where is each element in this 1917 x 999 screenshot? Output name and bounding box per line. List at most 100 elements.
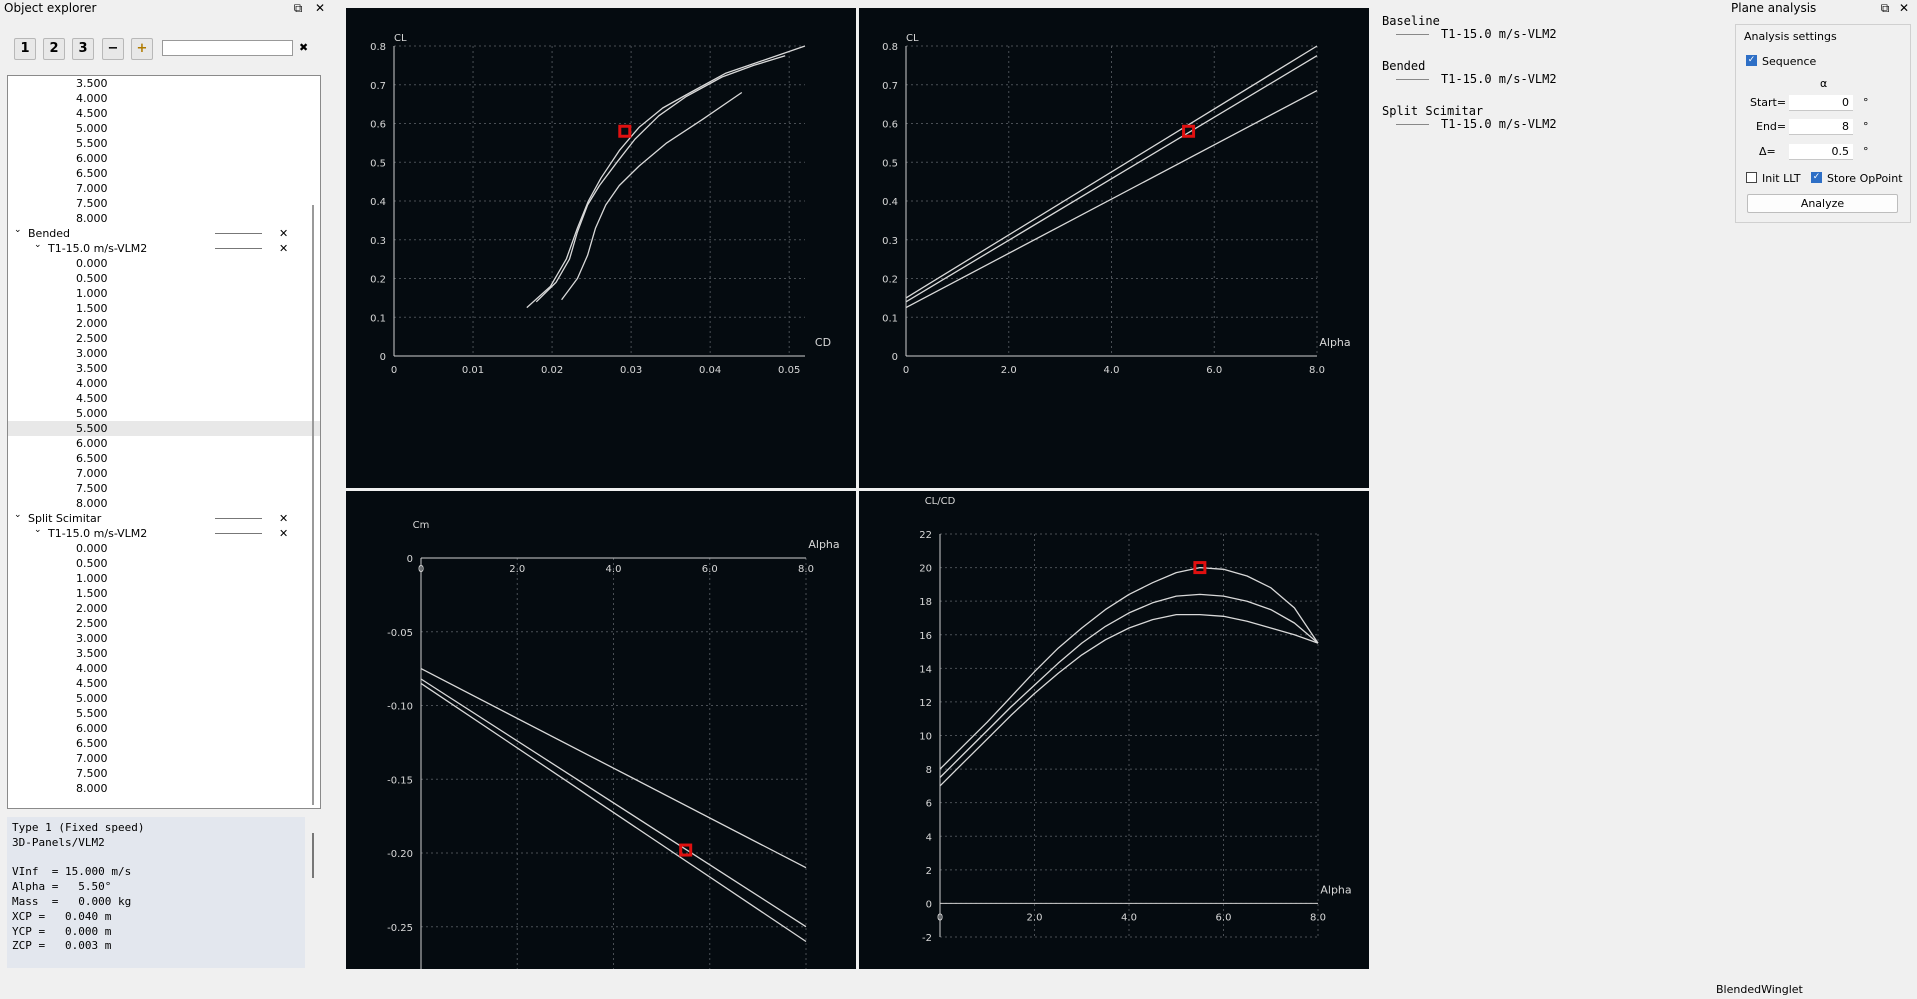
tree-oppoint-item[interactable]: 1.500 — [8, 301, 320, 316]
expand-button[interactable]: + — [131, 38, 153, 60]
tree-oppoint-item[interactable]: 5.000 — [8, 691, 320, 706]
curve-style-swatch[interactable] — [215, 533, 262, 534]
graph-cl-alpha[interactable]: 0 2.0 4.0 6.0 8.0 0 0.1 0.2 0.3 0.4 0.5 0.6 0.7 0.8 Al… — [859, 8, 1369, 488]
close-analysis-icon[interactable]: ✕ — [1897, 1, 1911, 15]
tree-oppoint-item[interactable]: 6.000 — [8, 151, 320, 166]
clear-filter-icon[interactable]: ✖ — [299, 41, 308, 54]
init-llt-checkbox[interactable] — [1746, 172, 1757, 183]
y-tick-label: 22 — [919, 530, 932, 541]
tree-oppoint-item[interactable]: 2.000 — [8, 316, 320, 331]
tree-oppoint-item[interactable]: 0.000 — [8, 256, 320, 271]
curve-style-swatch[interactable] — [215, 233, 262, 234]
level-1-button[interactable]: 1 — [14, 38, 36, 60]
tree-oppoint-item[interactable]: 6.500 — [8, 166, 320, 181]
expand-arrow-icon[interactable]: ⌄ — [34, 523, 42, 538]
tree-oppoint-item[interactable]: 2.000 — [8, 601, 320, 616]
tree-oppoint-item[interactable]: 4.500 — [8, 391, 320, 406]
tree-oppoint-item[interactable]: 3.500 — [8, 646, 320, 661]
tree-oppoint-item[interactable]: 1.000 — [8, 571, 320, 586]
info-scrollbar[interactable] — [312, 833, 314, 878]
tree-oppoint-item[interactable]: 6.000 — [8, 436, 320, 451]
tree-item-label: 2.000 — [76, 317, 108, 330]
y-tick-label: 0.1 — [882, 313, 898, 324]
expand-arrow-icon[interactable]: ⌄ — [14, 508, 22, 523]
curve-style-swatch[interactable] — [215, 518, 262, 519]
tree-oppoint-item[interactable]: 7.500 — [8, 766, 320, 781]
tree-oppoint-item[interactable]: 0.000 — [8, 541, 320, 556]
level-3-button[interactable]: 3 — [72, 38, 94, 60]
tree-oppoint-item[interactable]: 3.000 — [8, 631, 320, 646]
x-tick-label: 0.04 — [699, 365, 721, 376]
expand-arrow-icon[interactable]: ⌄ — [34, 238, 42, 253]
tree-oppoint-item[interactable]: 5.000 — [8, 121, 320, 136]
graph-cm-alpha[interactable]: 0 2.0 4.0 6.0 8.0 0 -0.05 -0.10 -0.15 -0.20 -0.25 A… — [346, 491, 856, 969]
y-tick-label: 6 — [926, 799, 932, 810]
tree-oppoint-item[interactable]: 1.500 — [8, 586, 320, 601]
collapse-button[interactable]: − — [102, 38, 124, 60]
tree-oppoint-item[interactable]: 8.000 — [8, 211, 320, 226]
tree-oppoint-item[interactable]: 4.000 — [8, 376, 320, 391]
float-explorer-icon[interactable]: ⧉ — [291, 1, 305, 15]
tree-oppoint-item[interactable]: 5.500 — [8, 421, 320, 436]
filter-input[interactable] — [162, 40, 293, 56]
tree-oppoint-item[interactable]: 1.000 — [8, 286, 320, 301]
tree-oppoint-item[interactable]: 8.000 — [8, 781, 320, 796]
tree-polar-item[interactable]: ⌄ T1-15.0 m/s-VLM2 ✕ — [8, 523, 320, 541]
delete-icon[interactable]: ✕ — [279, 226, 288, 241]
level-2-button[interactable]: 2 — [43, 38, 65, 60]
x-tick-label: 8.0 — [1310, 912, 1326, 923]
object-tree[interactable]: 3.500 4.000 4.500 5.000 5.500 6.000 6.500 7.000… — [7, 75, 321, 809]
analyze-button[interactable]: Analyze — [1747, 194, 1898, 213]
x-tick-label: 0.01 — [462, 365, 484, 376]
tree-item-label: 1.000 — [76, 287, 108, 300]
tree-oppoint-item[interactable]: 6.500 — [8, 736, 320, 751]
delete-icon[interactable]: ✕ — [279, 526, 288, 541]
sequence-checkbox[interactable]: ✓ — [1746, 55, 1757, 66]
y-tick-label: 0.1 — [370, 313, 386, 324]
tree-oppoint-item[interactable]: 3.500 — [8, 76, 320, 91]
tree-oppoint-item[interactable]: 3.500 — [8, 361, 320, 376]
close-explorer-icon[interactable]: ✕ — [313, 1, 327, 15]
tree-plane-item[interactable]: ⌄ Split Scimitar ✕ — [8, 508, 320, 526]
tree-oppoint-item[interactable]: 7.500 — [8, 481, 320, 496]
delete-icon[interactable]: ✕ — [279, 511, 288, 526]
x-tick-label: 2.0 — [509, 564, 525, 575]
tree-oppoint-item[interactable]: 7.000 — [8, 751, 320, 766]
tree-oppoint-item[interactable]: 5.000 — [8, 406, 320, 421]
start-field[interactable]: 0 — [1789, 95, 1853, 111]
tree-oppoint-item[interactable]: 0.500 — [8, 556, 320, 571]
tree-oppoint-item[interactable]: 4.000 — [8, 91, 320, 106]
tree-item-label: 5.500 — [76, 707, 108, 720]
tree-oppoint-item[interactable]: 4.500 — [8, 106, 320, 121]
curve-style-swatch[interactable] — [215, 248, 262, 249]
store-oppoint-checkbox[interactable]: ✓ — [1811, 172, 1822, 183]
tree-oppoint-item[interactable]: 2.500 — [8, 616, 320, 631]
tree-oppoint-item[interactable]: 5.500 — [8, 706, 320, 721]
tree-oppoint-item[interactable]: 4.000 — [8, 661, 320, 676]
delete-icon[interactable]: ✕ — [279, 241, 288, 256]
float-analysis-icon[interactable]: ⧉ — [1878, 1, 1892, 15]
expand-arrow-icon[interactable]: ⌄ — [14, 223, 22, 238]
tree-oppoint-item[interactable]: 7.000 — [8, 181, 320, 196]
y-tick-label: 8 — [926, 765, 932, 776]
delta-field[interactable]: 0.5 — [1789, 144, 1853, 160]
tree-oppoint-item[interactable]: 6.000 — [8, 721, 320, 736]
graph-cl-cd[interactable]: 0 0.01 0.02 0.03 0.04 0.05 0 0.1 0.2 0.3 0.4 0.5 0.6… — [346, 8, 856, 488]
tree-item-label: 3.000 — [76, 347, 108, 360]
graph-clcd-alpha[interactable]: 0 2.0 4.0 6.0 8.0 -2 0 2 4 6 8 10 12 14 16 18 20 22 Alpha C… — [859, 491, 1369, 969]
x-tick-label: 2.0 — [1001, 365, 1017, 376]
tree-oppoint-item[interactable]: 7.000 — [8, 466, 320, 481]
tree-oppoint-item[interactable]: 7.500 — [8, 196, 320, 211]
tree-oppoint-item[interactable]: 0.500 — [8, 271, 320, 286]
cm-alpha-chart: 0 2.0 4.0 6.0 8.0 0 -0.05 -0.10 -0.15 -0.20 -0.25 A… — [387, 520, 840, 969]
tree-oppoint-item[interactable]: 5.500 — [8, 136, 320, 151]
end-field[interactable]: 8 — [1789, 119, 1853, 135]
tree-oppoint-item[interactable]: 2.500 — [8, 331, 320, 346]
tree-oppoint-item[interactable]: 6.500 — [8, 451, 320, 466]
tree-oppoint-item[interactable]: 3.000 — [8, 346, 320, 361]
tree-polar-item[interactable]: ⌄ T1-15.0 m/s-VLM2 ✕ — [8, 238, 320, 256]
tree-plane-item[interactable]: ⌄ Bended ✕ — [8, 223, 320, 241]
tree-scrollbar[interactable] — [312, 205, 314, 805]
tree-oppoint-item[interactable]: 4.500 — [8, 676, 320, 691]
tree-oppoint-item[interactable]: 8.000 — [8, 496, 320, 511]
